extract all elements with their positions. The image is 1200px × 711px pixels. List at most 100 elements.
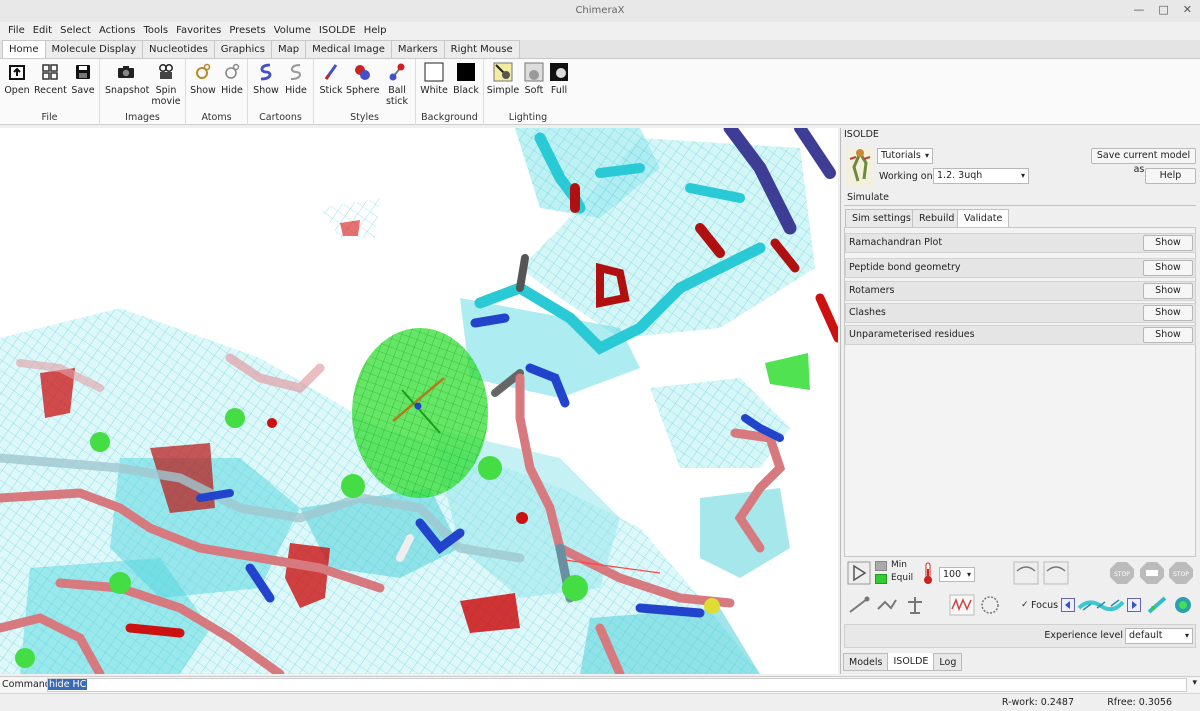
tab-models[interactable]: Models — [843, 653, 889, 671]
clashes-label: Clashes — [849, 307, 886, 318]
residue-strip-icon — [1077, 599, 1125, 612]
tutorials-dropdown[interactable]: Tutorials — [877, 148, 933, 164]
menu-edit[interactable]: Edit — [29, 22, 56, 40]
peptide-bond-row: Peptide bond geometry Show — [845, 258, 1196, 278]
molecular-viewport[interactable] — [0, 128, 838, 674]
cartoons-hide-button[interactable]: Hide — [282, 62, 310, 96]
previous-residue-icon[interactable] — [1061, 598, 1075, 612]
menu-favorites[interactable]: Favorites — [172, 22, 225, 40]
save-current-model-button[interactable]: Save current model as... — [1091, 148, 1196, 175]
group-label-styles: Styles — [350, 112, 379, 123]
menu-volume[interactable]: Volume — [270, 22, 315, 40]
black-swatch-icon — [457, 63, 475, 81]
peptide-bond-show-button[interactable]: Show — [1143, 260, 1193, 276]
spin-movie-button[interactable]: Spin movie — [150, 62, 182, 107]
working-on-dropdown[interactable]: 1.2. 3uqh — [933, 168, 1029, 184]
background-white-button[interactable]: White — [419, 62, 449, 96]
checkpoint-save-icon[interactable] — [1013, 561, 1039, 585]
toolbar-tabs: Home Molecule Display Nucleotides Graphi… — [0, 40, 1200, 59]
next-residue-icon[interactable] — [1127, 598, 1141, 612]
rwork-value: R-work: 0.2487 — [1001, 697, 1074, 708]
snapshot-button[interactable]: Snapshot — [105, 62, 149, 96]
tab-markers[interactable]: Markers — [390, 40, 445, 58]
menu-help[interactable]: Help — [360, 22, 391, 40]
lighting-soft-button[interactable]: Soft — [522, 62, 546, 96]
tab-medical-image[interactable]: Medical Image — [305, 40, 392, 58]
stop-revert-icon[interactable] — [1139, 561, 1165, 585]
spotlight-icon[interactable] — [1145, 594, 1169, 616]
mask-icon[interactable] — [1171, 594, 1195, 616]
tab-isolde[interactable]: ISOLDE — [887, 653, 935, 671]
menu-presets[interactable]: Presets — [225, 22, 269, 40]
unparameterised-show-button[interactable]: Show — [1143, 327, 1193, 343]
command-input[interactable]: hide HC — [47, 678, 1187, 692]
tab-graphics[interactable]: Graphics — [213, 40, 272, 58]
temperature-spinbox[interactable]: 100 — [939, 567, 975, 582]
equil-label: Equil — [891, 573, 914, 583]
menu-select[interactable]: Select — [56, 22, 95, 40]
save-label: Save — [71, 85, 95, 96]
ball-stick-button[interactable]: Ball stick — [382, 62, 412, 107]
tab-rebuild[interactable]: Rebuild — [912, 209, 962, 227]
experience-label: Experience level — [1044, 630, 1123, 641]
tab-map[interactable]: Map — [270, 40, 307, 58]
tab-home[interactable]: Home — [2, 40, 46, 58]
save-button[interactable]: Save — [70, 62, 96, 96]
sphere-button[interactable]: Sphere — [346, 62, 379, 96]
full-label: Full — [550, 85, 568, 96]
background-black-button[interactable]: Black — [451, 62, 481, 96]
experience-dropdown[interactable]: default — [1125, 628, 1193, 644]
tab-sim-settings[interactable]: Sim settings — [845, 209, 918, 227]
tab-right-mouse[interactable]: Right Mouse — [443, 40, 520, 58]
experience-row: Experience level default — [844, 624, 1196, 648]
ramachandran-show-button[interactable]: Show — [1143, 235, 1193, 251]
tab-molecule-display[interactable]: Molecule Display — [44, 40, 144, 58]
close-icon[interactable]: ✕ — [1183, 4, 1192, 16]
open-button[interactable]: Open — [4, 62, 30, 96]
cartoons-show-button[interactable]: Show — [252, 62, 280, 96]
rotamers-show-button[interactable]: Show — [1143, 283, 1193, 299]
checkpoint-revert-icon[interactable] — [1043, 561, 1069, 585]
tab-nucleotides[interactable]: Nucleotides — [142, 40, 215, 58]
command-history-icon[interactable]: ▾ — [1192, 678, 1197, 688]
ramachandran-label: Ramachandran Plot — [849, 237, 943, 248]
atoms-show-icon — [196, 63, 211, 79]
help-button[interactable]: Help — [1145, 168, 1196, 184]
menu-actions[interactable]: Actions — [95, 22, 140, 40]
stop-discard-icon[interactable]: STOP — [1168, 561, 1194, 585]
tug-residue-icon[interactable] — [875, 594, 899, 616]
molecule-scene — [0, 128, 838, 674]
ramachandran-row: Ramachandran Plot Show — [845, 233, 1196, 253]
menu-tools[interactable]: Tools — [140, 22, 173, 40]
min-indicator[interactable] — [875, 561, 887, 571]
soft-label: Soft — [524, 85, 544, 96]
rotate-icon[interactable] — [979, 594, 1001, 616]
unparameterised-row: Unparameterised residues Show — [845, 325, 1196, 345]
focus-checkbox[interactable]: ✓ — [1021, 600, 1029, 610]
min-label: Min — [891, 560, 907, 570]
sphere-icon — [355, 65, 370, 80]
thermometer-icon — [924, 562, 932, 584]
maximize-icon[interactable]: □ — [1158, 4, 1168, 16]
open-label: Open — [4, 85, 30, 96]
equil-indicator[interactable] — [875, 574, 887, 584]
stop-keep-icon[interactable]: STOP — [1109, 561, 1135, 585]
tug-selection-icon[interactable] — [903, 594, 927, 616]
atoms-hide-button[interactable]: Hide — [218, 62, 246, 96]
clashes-show-button[interactable]: Show — [1143, 305, 1193, 321]
tab-validate[interactable]: Validate — [957, 209, 1010, 227]
menu-isolde[interactable]: ISOLDE — [315, 22, 360, 40]
movie-label: movie — [151, 96, 181, 107]
play-icon[interactable] — [847, 561, 871, 585]
recent-button[interactable]: Recent — [34, 62, 67, 96]
tab-log[interactable]: Log — [933, 653, 963, 671]
minimize-icon[interactable]: — — [1133, 4, 1144, 16]
group-label-images: Images — [125, 112, 160, 123]
pull-atom-icon[interactable] — [847, 594, 871, 616]
map-display-icon[interactable] — [949, 594, 975, 616]
menu-file[interactable]: File — [4, 22, 29, 40]
lighting-full-button[interactable]: Full — [548, 62, 570, 96]
stick-button[interactable]: Stick — [317, 62, 345, 96]
lighting-simple-button[interactable]: Simple — [486, 62, 520, 96]
atoms-show-button[interactable]: Show — [189, 62, 217, 96]
